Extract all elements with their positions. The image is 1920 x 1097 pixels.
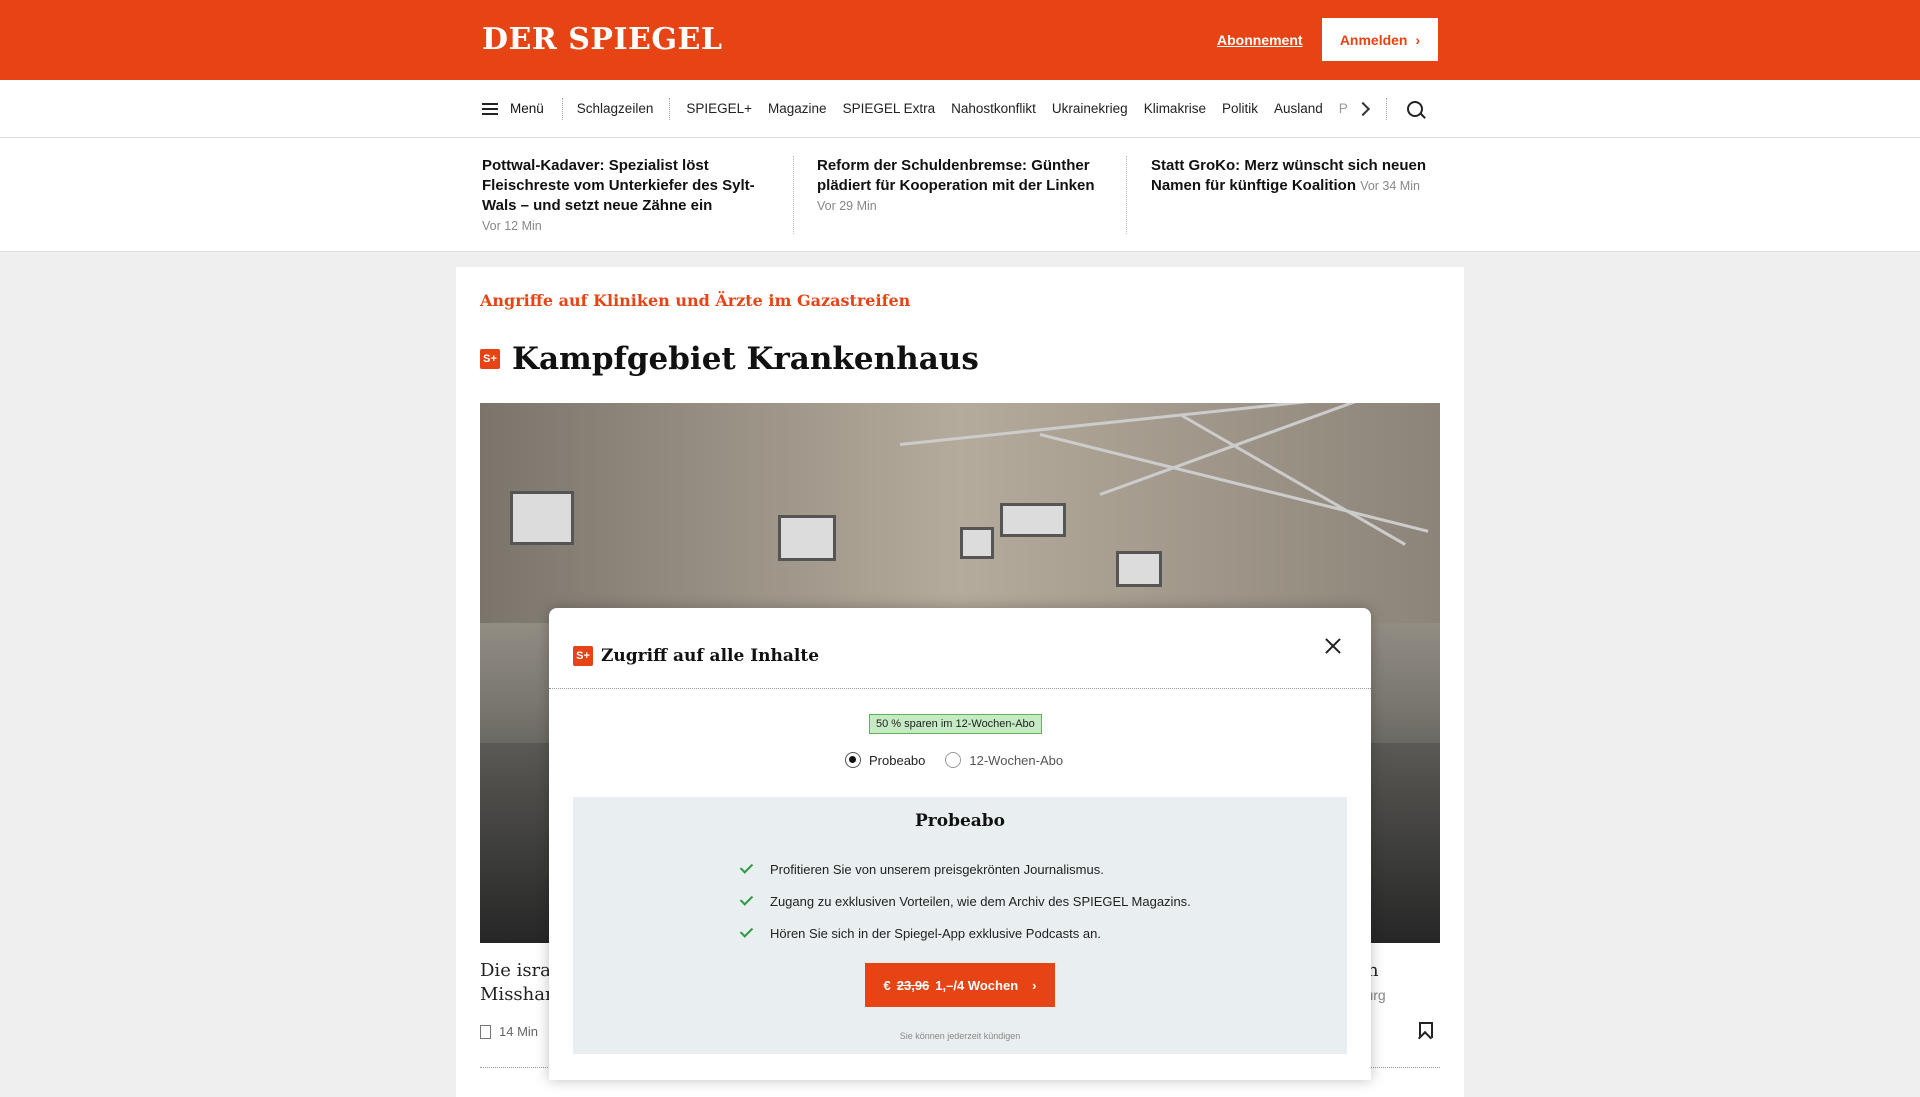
paywall-modal: S+ Zugriff auf alle Inhalte 50 % sparen … [549, 608, 1371, 1080]
benefit-text: Hören Sie sich in der Spiegel-App exklus… [770, 925, 1101, 941]
nav-item-panorama[interactable]: Panorama [1339, 101, 1349, 116]
plan-option-probeabo[interactable]: Probeabo [845, 752, 925, 768]
nav-bar: Menü Schlagzeilen SPIEGEL+ Magazine SPIE… [0, 80, 1920, 138]
headline-divider [793, 156, 794, 234]
headline-item[interactable]: Statt GroKo: Merz wünscht sich neuen Nam… [1151, 156, 1441, 196]
headline-divider [1126, 156, 1127, 234]
nav-divider [561, 97, 563, 120]
benefit-text: Profitieren Sie von unserem preisgekrönt… [770, 861, 1104, 877]
document-icon [480, 1024, 491, 1039]
article-title-row: S+ Kampfgebiet Krankenhaus [480, 341, 979, 377]
headline-time: Vor 12 Min [482, 219, 542, 233]
headline-time: Vor 34 Min [1360, 179, 1420, 193]
plan-option-12-wochen[interactable]: 12-Wochen-Abo [945, 752, 1063, 768]
nav-divider [1386, 97, 1388, 120]
article-title[interactable]: Kampfgebiet Krankenhaus [512, 341, 979, 377]
login-button-label: Anmelden [1339, 31, 1408, 48]
nav-item-ausland[interactable]: Ausland [1274, 101, 1323, 116]
nav-item-magazine[interactable]: Magazine [768, 101, 827, 116]
check-icon [739, 860, 754, 874]
cancel-note: Sie können jederzeit kündigen [899, 1031, 1021, 1041]
benefit-item: Profitieren Sie von unserem preisgekrönt… [739, 853, 1191, 885]
nav-item-schlagzeilen[interactable]: Schlagzeilen [577, 101, 654, 116]
nav-item-spiegel-extra[interactable]: SPIEGEL Extra [843, 101, 936, 116]
spiegel-plus-badge: S+ [480, 349, 500, 369]
top-bar: DER SPIEGEL Abonnement Anmelden › [0, 0, 1920, 80]
headline-title: Pottwal-Kadaver: Spezialist löst Fleisch… [482, 157, 755, 214]
login-button[interactable]: Anmelden › [1322, 18, 1438, 61]
cta-old-price: 23,96 [896, 977, 930, 993]
read-time: 14 Min [480, 1024, 538, 1039]
nav-item-ukrainekrieg[interactable]: Ukrainekrieg [1052, 101, 1128, 116]
subscribe-button[interactable]: € 23,96 1,–/4 Wochen › [865, 963, 1055, 1007]
headline-time: Vor 29 Min [817, 199, 877, 213]
benefit-item: Zugang zu exklusiven Vorteilen, wie dem … [739, 885, 1191, 917]
spiegel-plus-badge: S+ [573, 646, 593, 666]
nav-divider [669, 97, 671, 120]
nav-scroll-right-icon[interactable] [1356, 101, 1371, 116]
menu-button[interactable]: Menü [482, 101, 544, 116]
cta-currency: € [883, 977, 891, 993]
nav-item-spiegel-plus[interactable]: SPIEGEL+ [686, 101, 752, 116]
nav-item-politik[interactable]: Politik [1222, 101, 1258, 116]
plan-name: Probeabo [914, 811, 1006, 831]
chevron-right-icon: › [1415, 31, 1421, 48]
read-time-label: 14 Min [499, 1024, 539, 1039]
headline-item[interactable]: Pottwal-Kadaver: Spezialist löst Fleisch… [482, 156, 772, 236]
benefit-item: Hören Sie sich in der Spiegel-App exklus… [739, 917, 1191, 949]
cta-new-price: 1,–/4 Wochen [935, 977, 1019, 993]
plan-option-label: Probeabo [869, 752, 926, 768]
menu-label: Menü [510, 101, 544, 116]
hamburger-icon [482, 102, 498, 115]
modal-header: S+ Zugriff auf alle Inhalte [573, 646, 819, 666]
plan-details: Probeabo Profitieren Sie von unserem pre… [573, 797, 1347, 1054]
nav-item-klimakrise[interactable]: Klimakrise [1144, 101, 1206, 116]
plan-options: Probeabo 12-Wochen-Abo [845, 752, 1063, 768]
headline-strip: Pottwal-Kadaver: Spezialist löst Fleisch… [0, 138, 1920, 252]
nav-item-nahostkonflikt[interactable]: Nahostkonflikt [951, 101, 1036, 116]
check-icon [739, 924, 754, 938]
spiegel-logo[interactable]: DER SPIEGEL [482, 22, 722, 57]
article-kicker[interactable]: Angriffe auf Kliniken und Ärzte im Gazas… [480, 291, 910, 310]
benefit-text: Zugang zu exklusiven Vorteilen, wie dem … [770, 893, 1191, 909]
radio-selected-icon[interactable] [845, 752, 861, 768]
subscription-link[interactable]: Abonnement [1217, 32, 1303, 48]
savings-badge: 50 % sparen im 12-Wochen-Abo [869, 714, 1042, 734]
radio-unselected-icon[interactable] [945, 752, 962, 768]
modal-title: Zugriff auf alle Inhalte [601, 646, 820, 666]
chevron-right-icon: › [1032, 977, 1037, 993]
plan-option-label: 12-Wochen-Abo [969, 752, 1064, 768]
headline-item[interactable]: Reform der Schuldenbremse: Günther plädi… [817, 156, 1107, 216]
divider [549, 688, 1371, 689]
close-icon[interactable] [1325, 638, 1341, 654]
search-icon[interactable] [1407, 100, 1424, 117]
benefit-list: Profitieren Sie von unserem preisgekrönt… [739, 853, 1191, 949]
check-icon [739, 892, 754, 906]
bookmark-icon[interactable] [1419, 1022, 1433, 1038]
headline-title: Reform der Schuldenbremse: Günther plädi… [817, 157, 1095, 194]
